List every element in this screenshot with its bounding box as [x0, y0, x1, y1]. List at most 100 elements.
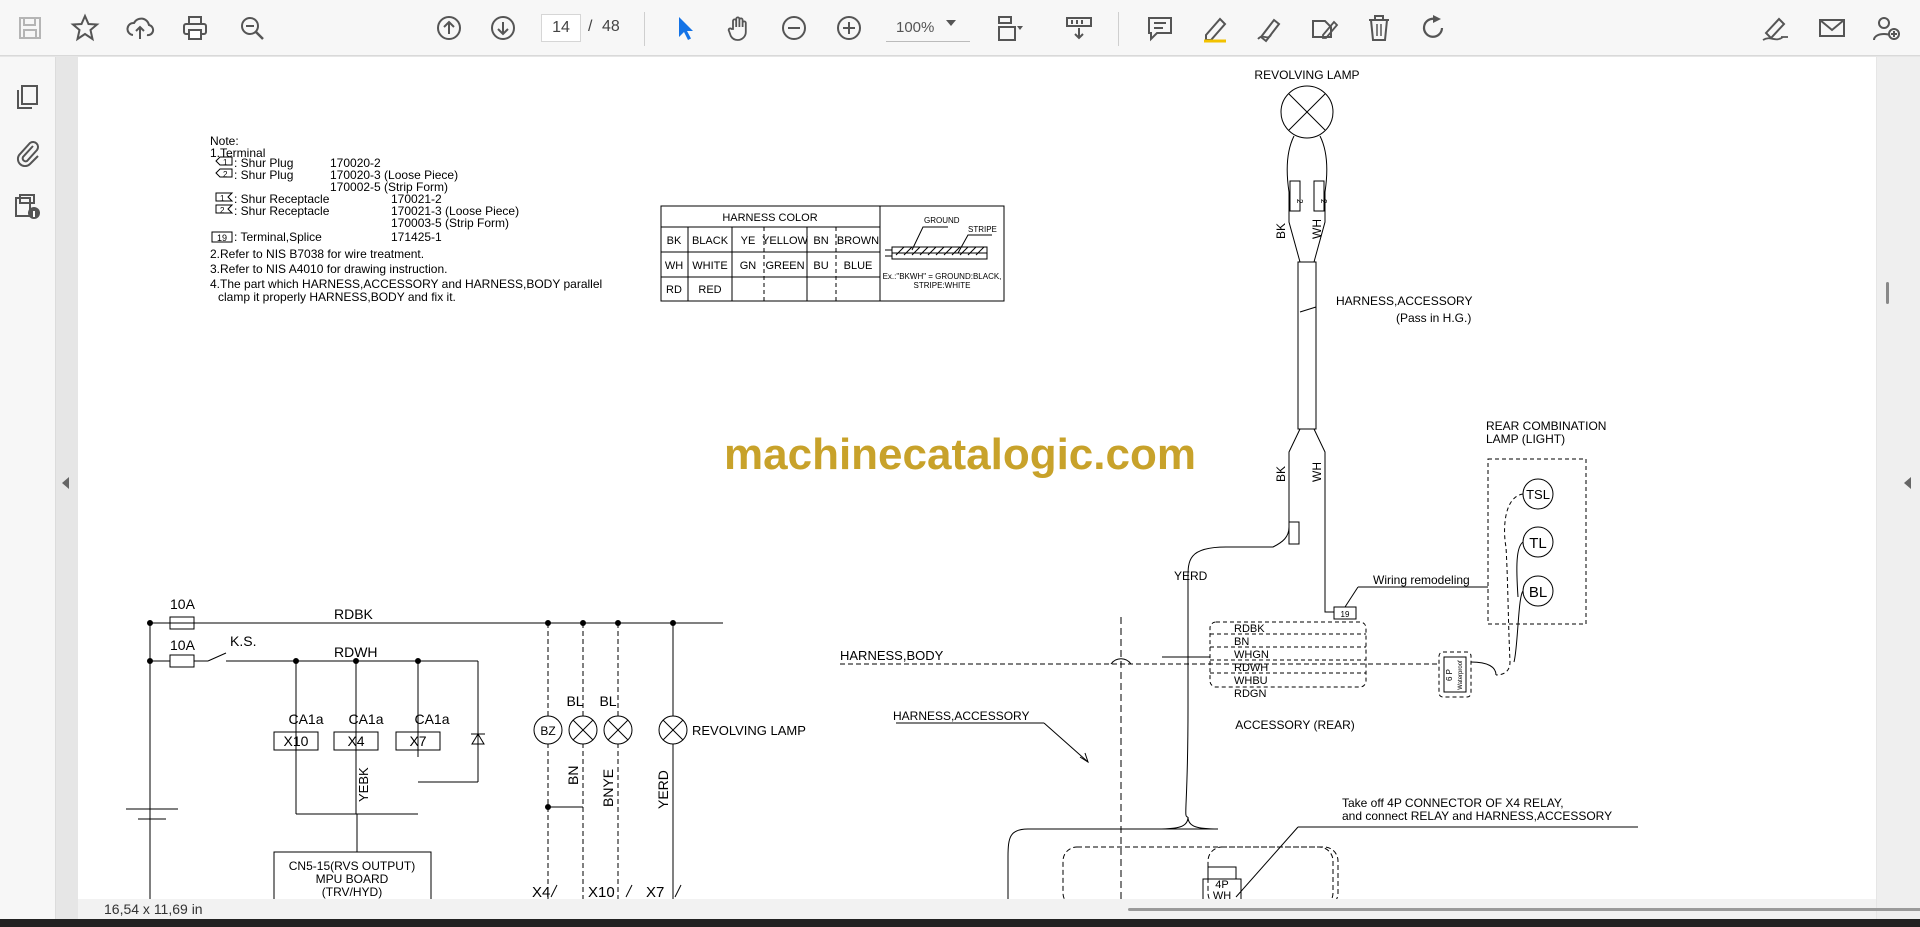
mpu-board-label: (TRV/HYD) [322, 885, 382, 899]
relay-type-label: CA1a [414, 711, 449, 727]
page-size-label: 16,54 x 11,69 in [104, 901, 203, 917]
terminal-x10-label: X10 [588, 884, 615, 899]
watermark: machinecatalogic.com [724, 430, 1196, 479]
key-switch-label: K.S. [230, 633, 256, 649]
color-name: BROWN [837, 235, 879, 247]
lamp-bl-label: BL [566, 693, 583, 709]
page-separator: / [588, 18, 593, 35]
fuse-circuit [126, 616, 723, 899]
relay-x10-label: X10 [284, 733, 309, 749]
terminal-glyph-number: 1 [220, 194, 225, 203]
mpu-board-label: CN5-15(RVS OUTPUT) [289, 859, 415, 873]
wiring-diagram: Note: 1.Terminal 1 : Shur Plug 170020-2 … [126, 68, 1638, 899]
buzzer-label: BZ [540, 724, 555, 738]
toolbar-divider [1118, 12, 1119, 46]
tsl-label: TSL [1526, 487, 1550, 502]
draw-icon[interactable] [1248, 6, 1292, 50]
select-cursor-icon[interactable] [663, 6, 707, 50]
right-sidebar [1877, 57, 1920, 919]
email-envelope-icon[interactable] [1810, 6, 1854, 50]
pass-hg-label: (Pass in H.G.) [1396, 311, 1471, 325]
example-line-2: STRIPE:WHITE [914, 281, 971, 290]
relay-type-label: CA1a [288, 711, 323, 727]
color-code: WH [665, 260, 683, 272]
terminal-row-part: 171425-1 [391, 230, 442, 244]
color-code: GN [740, 260, 757, 272]
terminal-glyph-number: 1 [223, 158, 228, 167]
bundle-wire-label: RDWH [1234, 662, 1268, 674]
connector-waterproof-label: Waterproof [1458, 660, 1464, 690]
bundle-wire-label: BN [1234, 636, 1249, 648]
rear-combination-lamp-label: REAR COMBINATION [1486, 419, 1606, 433]
wire-label-wh: WH [1310, 219, 1324, 239]
bundle-wire-label: RDBK [1234, 623, 1265, 635]
accessory-rear-label: ACCESSORY (REAR) [1235, 718, 1355, 732]
zoom-level-select[interactable]: 100% [886, 14, 970, 42]
vertical-scrollbar-thumb[interactable] [1886, 282, 1889, 304]
bl-label: BL [1529, 584, 1547, 601]
bundle-wire-label: RDGN [1234, 688, 1266, 700]
wire-label-yebk: YEBK [356, 767, 371, 802]
toolbar: 14 / 48 100% [0, 0, 1920, 56]
next-page-icon[interactable] [481, 6, 525, 50]
terminal-row-label: : Terminal,Splice [234, 230, 322, 244]
horizontal-scrollbar[interactable] [1128, 908, 1920, 911]
wire-label-rdbk: RDBK [334, 606, 374, 622]
note-line-4b: clamp it properly HARNESS,BODY and fix i… [218, 290, 456, 304]
layers-info-icon[interactable] [6, 185, 50, 229]
wire-label-wh: WH [1310, 462, 1324, 482]
expand-right-panel-icon[interactable] [1904, 477, 1911, 489]
note-line-2: 2.Refer to NIS B7038 for wire treatment. [210, 247, 424, 261]
print-icon[interactable] [173, 6, 217, 50]
delete-trash-icon[interactable] [1357, 6, 1401, 50]
hand-tool-icon[interactable] [717, 6, 761, 50]
takeoff-note: and connect RELAY and HARNESS,ACCESSORY [1342, 809, 1612, 823]
color-code: BK [667, 235, 682, 247]
color-name: GREEN [765, 260, 804, 272]
harness-accessory-loop [896, 656, 1339, 899]
connector-4p [1202, 826, 1638, 899]
status-bar: 16,54 x 11,69 in [78, 899, 1920, 919]
bundle-wire-label: WHGN [1234, 649, 1269, 661]
revolving-lamp-label: REVOLVING LAMP [1254, 68, 1359, 82]
terminal-row-label: : Shur Receptacle [234, 204, 330, 218]
page-fit-icon[interactable] [986, 6, 1030, 50]
save-icon[interactable] [8, 6, 52, 50]
rear-combination-lamp-label: LAMP (LIGHT) [1486, 432, 1565, 446]
scroll-mode-icon[interactable] [1057, 6, 1101, 50]
stamp-edit-icon[interactable] [1302, 6, 1346, 50]
color-code: BN [813, 235, 828, 247]
harness-accessory-label: HARNESS,ACCESSORY [1336, 294, 1472, 308]
page-number-input[interactable]: 14 [541, 14, 581, 42]
relay-x7-label: X7 [409, 733, 426, 749]
chevron-down-icon[interactable] [946, 20, 956, 26]
stripe-label: STRIPE [968, 225, 997, 234]
indicator-lamps [533, 620, 688, 899]
zoom-out-icon[interactable] [772, 6, 816, 50]
takeoff-note: Take off 4P CONNECTOR OF X4 RELAY, [1342, 796, 1564, 810]
redo-icon[interactable] [1412, 6, 1456, 50]
bundle-wire-label: WHBU [1234, 675, 1268, 687]
connector-6p-label: 6 P [1445, 669, 1454, 681]
terminal-glyph-number: 19 [217, 233, 227, 243]
zoom-in-icon[interactable] [827, 6, 871, 50]
color-name: BLUE [844, 260, 873, 272]
wire-label-bk: BK [1274, 223, 1288, 239]
collapse-left-panel-icon[interactable] [62, 477, 69, 489]
page-thumbnails-icon[interactable] [6, 75, 50, 119]
zoom-search-icon[interactable] [230, 6, 274, 50]
wiring-remodeling-label: Wiring remodeling [1373, 573, 1470, 587]
terminal-row-part: 170003-5 (Strip Form) [391, 216, 509, 230]
revolving-lamp-symbol [1280, 85, 1334, 139]
fill-sign-icon[interactable] [1754, 6, 1798, 50]
tl-label: TL [1529, 535, 1547, 552]
add-user-icon[interactable] [1864, 6, 1908, 50]
bookmark-star-icon[interactable] [63, 6, 107, 50]
color-name: WHITE [692, 260, 727, 272]
comment-icon[interactable] [1138, 6, 1182, 50]
previous-page-icon[interactable] [427, 6, 471, 50]
upload-cloud-icon[interactable] [118, 6, 162, 50]
attachment-paperclip-icon[interactable] [6, 130, 50, 174]
taskbar-strip [0, 919, 1920, 927]
highlight-pen-icon[interactable] [1193, 6, 1237, 50]
